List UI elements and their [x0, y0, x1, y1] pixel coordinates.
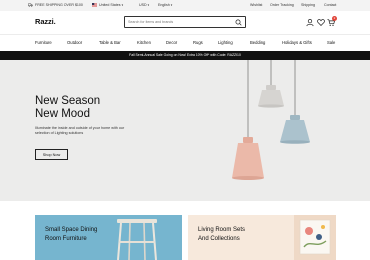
shipping-link[interactable]: Shipping	[301, 3, 315, 8]
nav-item-bedding[interactable]: Bedding	[250, 40, 265, 45]
hero-banner: New Season New Mood Illuminate the insid…	[0, 60, 370, 201]
nav-item-rugs[interactable]: Rugs	[193, 40, 203, 45]
card-title: Small Space Dining Room Furniture	[45, 227, 98, 242]
main-navigation: Furniture Outdoor Table & Bar Kitchen De…	[0, 34, 370, 51]
nav-item-table-bar[interactable]: Table & Bar	[99, 40, 121, 45]
nav-item-lighting[interactable]: Lighting	[218, 40, 233, 45]
account-icon[interactable]	[306, 18, 314, 27]
card-title: Living Room Sets And Collections	[198, 227, 246, 242]
cart-button[interactable]: 2	[327, 16, 337, 27]
chevron-down-icon: ▾	[170, 3, 173, 7]
nav-item-decor[interactable]: Decor	[166, 40, 177, 45]
country-selector[interactable]: United States▾	[92, 3, 123, 8]
shop-now-button[interactable]: Shop Now	[35, 149, 68, 160]
currency-selector[interactable]: USD▾	[139, 3, 149, 8]
category-card-dining[interactable]: Small Space Dining Room Furniture	[35, 215, 182, 260]
site-logo[interactable]: Razzi.	[35, 17, 56, 26]
nav-item-outdoor[interactable]: Outdoor	[67, 40, 82, 45]
language-selector[interactable]: English▾	[158, 3, 172, 8]
truck-icon	[28, 3, 33, 7]
hero-title: New Season New Mood	[35, 95, 101, 120]
contact-link[interactable]: Contact	[324, 3, 336, 8]
hero-description: Illuminate the inside and outside of you…	[35, 126, 125, 136]
nav-item-furniture[interactable]: Furniture	[35, 40, 52, 45]
category-card-living-room[interactable]: Living Room Sets And Collections	[188, 215, 336, 260]
nav-item-sale[interactable]: Sale	[327, 40, 335, 45]
chevron-down-icon: ▾	[147, 3, 150, 7]
search-box	[124, 16, 246, 28]
search-icon[interactable]	[235, 19, 242, 26]
nav-item-kitchen[interactable]: Kitchen	[137, 40, 151, 45]
promo-banner[interactable]: Fall Semi-Annual Sale Going on Now! Extr…	[0, 51, 370, 60]
chevron-down-icon: ▾	[121, 3, 124, 7]
wishlist-heart-icon[interactable]	[317, 18, 325, 27]
free-shipping-notice: FREE SHIPPING OVER $100	[28, 3, 83, 8]
search-input[interactable]	[128, 18, 232, 26]
top-utility-bar: FREE SHIPPING OVER $100 United States▾ U…	[0, 0, 370, 11]
us-flag-icon	[92, 3, 97, 8]
wishlist-link[interactable]: Wishlist	[250, 3, 262, 8]
order-tracking-link[interactable]: Order Tracking	[270, 3, 294, 8]
nav-item-holidays-gifts[interactable]: Holidays & Gifts	[282, 40, 312, 45]
cart-count-badge: 2	[332, 16, 337, 21]
site-header: Razzi. 2	[0, 11, 370, 34]
